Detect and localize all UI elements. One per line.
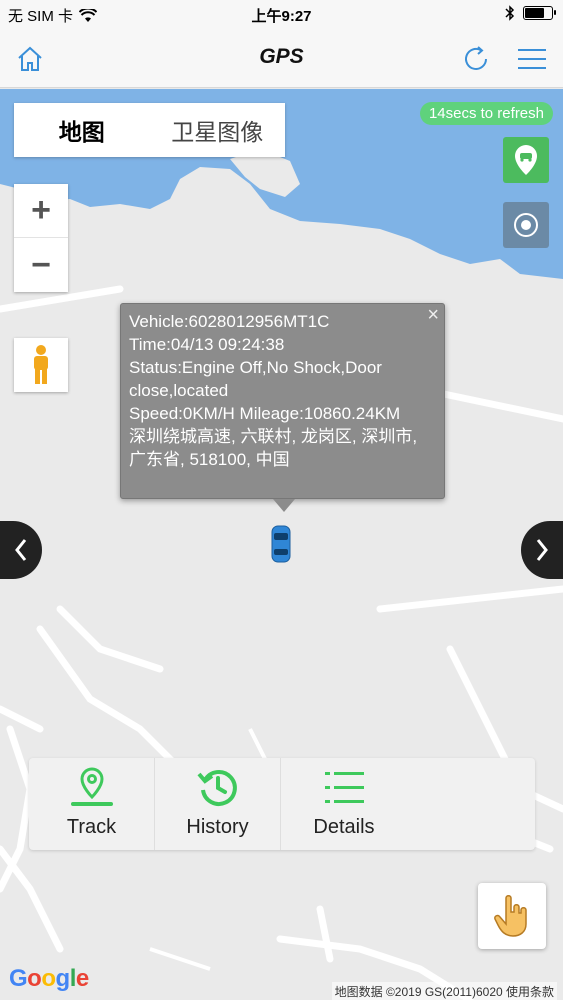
zoom-in-button[interactable]: + <box>14 184 68 238</box>
details-icon <box>325 772 364 803</box>
car-icon <box>271 525 291 563</box>
history-icon <box>196 769 237 806</box>
bluetooth-icon <box>505 5 515 21</box>
target-icon <box>514 213 538 237</box>
vehicle-speed-mileage: Speed:0KM/H Mileage:10860.24KM <box>129 404 401 423</box>
info-window-tail <box>273 499 295 512</box>
action-bar: Track History Details <box>29 758 535 850</box>
refresh-countdown-badge: 14secs to refresh <box>419 102 553 125</box>
vehicle-info-window: × Vehicle:6028012956MT1C Time:04/13 09:2… <box>120 303 445 499</box>
status-bar: 无 SIM 卡 上午9:27 <box>0 0 563 30</box>
tab-satellite[interactable]: 卫星图像 <box>150 103 286 157</box>
vehicle-marker[interactable] <box>270 524 292 569</box>
vehicle-time: Time:04/13 09:24:38 <box>129 335 285 354</box>
nav-bar: GPS <box>0 30 563 88</box>
location-pin-icon <box>515 145 537 175</box>
map-type-switcher: 地图 卫星图像 <box>14 103 285 157</box>
track-label: Track <box>66 816 117 838</box>
google-logo: Google <box>9 965 89 992</box>
details-button[interactable]: Details <box>281 758 407 850</box>
details-label: Details <box>313 816 375 838</box>
map-view[interactable]: 地图 卫星图像 14secs to refresh + − × Vehicle:… <box>0 89 563 1000</box>
map-drag-toggle-button[interactable] <box>478 883 546 949</box>
zoom-out-button[interactable]: − <box>14 238 68 292</box>
battery-fill <box>525 8 544 18</box>
status-right <box>505 5 556 21</box>
menu-icon[interactable] <box>514 41 550 77</box>
chevron-left-icon <box>15 539 27 561</box>
refresh-icon[interactable] <box>458 41 494 77</box>
history-button[interactable]: History <box>155 758 281 850</box>
vehicle-location-button[interactable] <box>503 137 549 183</box>
info-window-close-button[interactable]: × <box>427 304 439 327</box>
chevron-right-icon <box>536 539 548 561</box>
status-time: 上午9:27 <box>251 8 312 25</box>
track-button[interactable]: Track <box>29 758 155 850</box>
vehicle-address: 深圳绕城高速, 六联村, 龙岗区, 深圳市, 广东省, 518100, 中国 <box>129 427 418 469</box>
hand-pointer-icon <box>494 895 527 937</box>
zoom-control: + − <box>14 184 68 292</box>
vehicle-id: Vehicle:6028012956MT1C <box>129 312 330 331</box>
map-attribution[interactable]: 地图数据 ©2019 GS(2011)6020 使用条款 <box>331 982 557 1000</box>
history-label: History <box>186 816 249 838</box>
battery-icon <box>523 6 556 20</box>
pegman-icon <box>34 345 48 384</box>
my-location-button[interactable] <box>503 202 549 248</box>
vehicle-status: Status:Engine Off,No Shock,Door close,lo… <box>129 358 382 400</box>
street-view-pegman[interactable] <box>14 338 68 392</box>
track-icon <box>70 767 113 806</box>
tab-map[interactable]: 地图 <box>14 103 150 157</box>
